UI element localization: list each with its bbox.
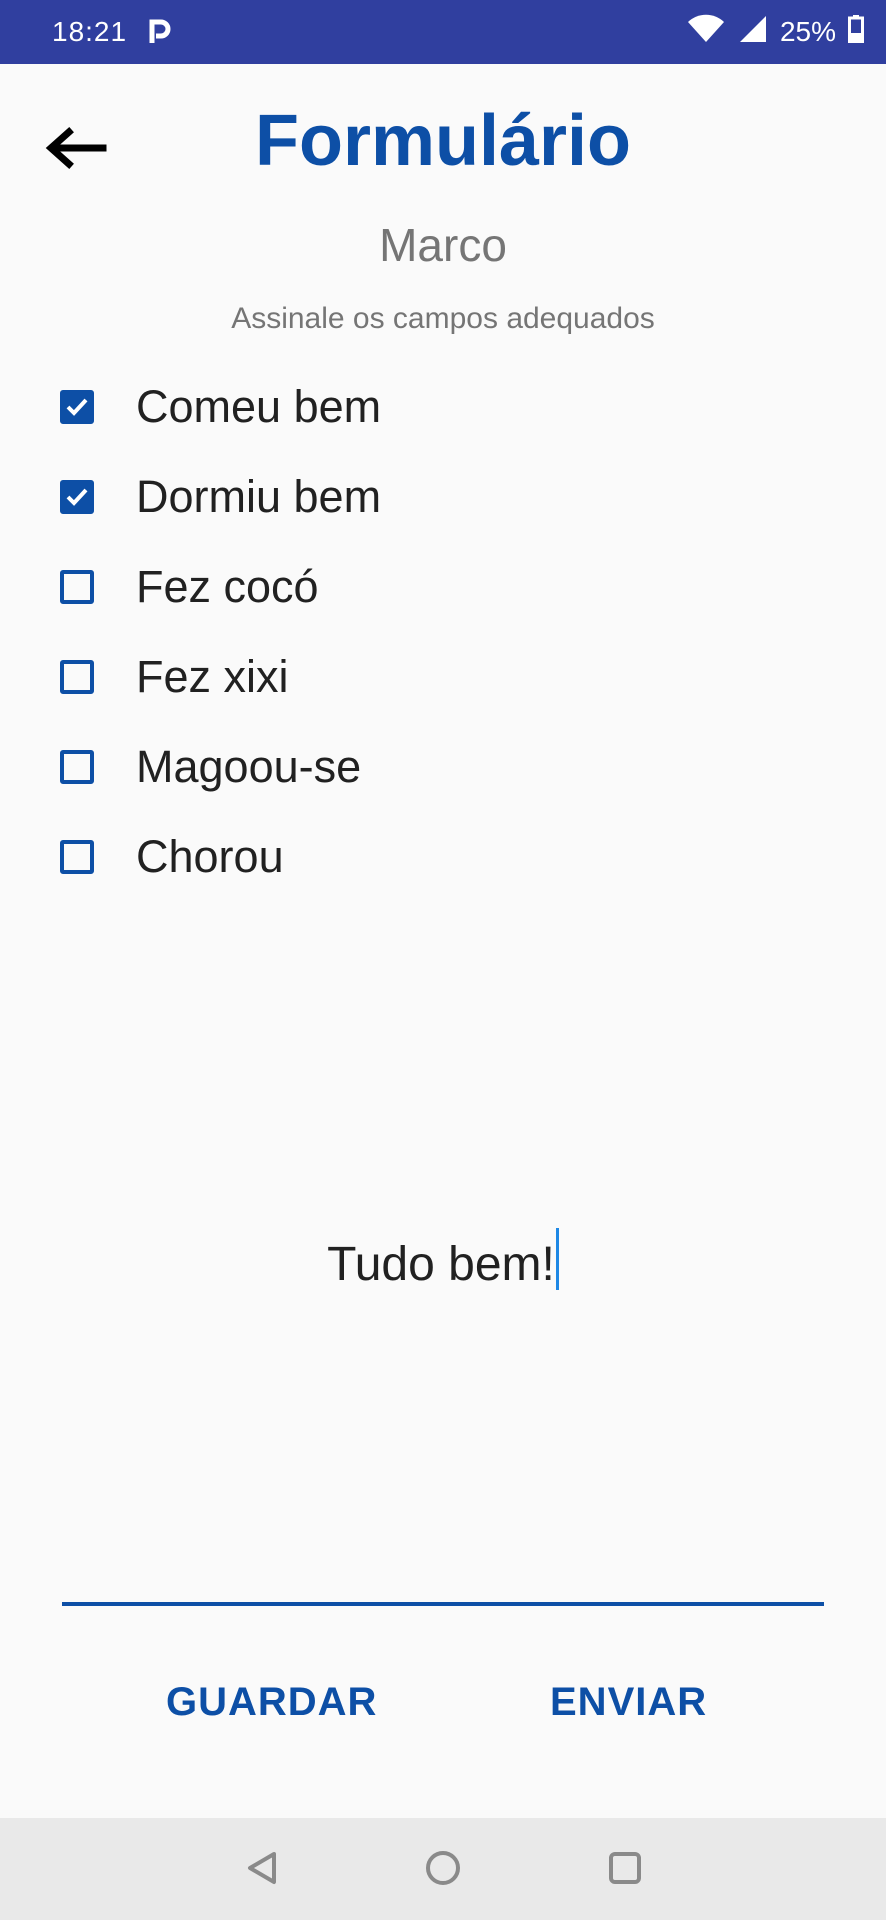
checkbox-item[interactable]: Magoou-se [0, 722, 886, 812]
checkbox[interactable] [60, 840, 94, 874]
circle-home-icon [423, 1848, 463, 1893]
save-button[interactable]: GUARDAR [166, 1680, 377, 1725]
send-button[interactable]: ENVIAR [550, 1680, 707, 1725]
square-recents-icon [605, 1848, 645, 1893]
nav-home-button[interactable] [421, 1848, 465, 1892]
battery-text: 25% [779, 16, 836, 47]
checkbox-label: Comeu bem [136, 381, 382, 432]
instructions-text: Assinale os campos adequados [231, 302, 655, 335]
notes-value: Tudo bem! [327, 1238, 555, 1291]
triangle-back-icon [242, 1848, 282, 1893]
battery-icon [848, 14, 864, 50]
text-cursor [555, 1228, 559, 1290]
checkbox-item[interactable]: Fez xixi [0, 632, 886, 722]
checklist: Comeu bem Dormiu bem Fez cocó Fez xixi M… [0, 362, 886, 902]
person-name: Marco [379, 219, 507, 271]
nav-back-button[interactable] [240, 1848, 284, 1892]
signal-icon [738, 14, 768, 51]
action-bar: GUARDAR ENVIAR [0, 1680, 886, 1750]
check-icon [66, 488, 88, 506]
checkbox-item[interactable]: Fez cocó [0, 542, 886, 632]
notes-text-wrapper: Tudo bem! [62, 1228, 824, 1292]
checkbox-item[interactable]: Dormiu bem [0, 452, 886, 542]
checkbox[interactable] [60, 390, 94, 424]
wifi-icon [686, 14, 726, 51]
status-right: 25% [686, 14, 864, 51]
checkbox-label: Fez cocó [136, 561, 319, 612]
checkbox-label: Chorou [136, 831, 284, 882]
page-title: Formulário [254, 101, 632, 181]
nav-recents-button[interactable] [603, 1848, 647, 1892]
checkbox-label: Dormiu bem [136, 471, 382, 522]
checkbox-item[interactable]: Comeu bem [0, 362, 886, 452]
notes-textarea[interactable]: Tudo bem! [62, 1200, 824, 1606]
checkbox[interactable] [60, 570, 94, 604]
status-bar: 18:21 25% [0, 0, 886, 64]
checkbox-label: Fez xixi [136, 651, 289, 702]
checkbox[interactable] [60, 660, 94, 694]
checkbox[interactable] [60, 480, 94, 514]
check-icon [66, 398, 88, 416]
app-header: Formulário [0, 64, 886, 224]
checkbox[interactable] [60, 750, 94, 784]
status-time: 18:21 [52, 16, 128, 47]
checkbox-item[interactable]: Chorou [0, 812, 886, 902]
p-icon [149, 19, 171, 45]
system-nav-bar [0, 1818, 886, 1920]
checkbox-label: Magoou-se [136, 741, 362, 792]
